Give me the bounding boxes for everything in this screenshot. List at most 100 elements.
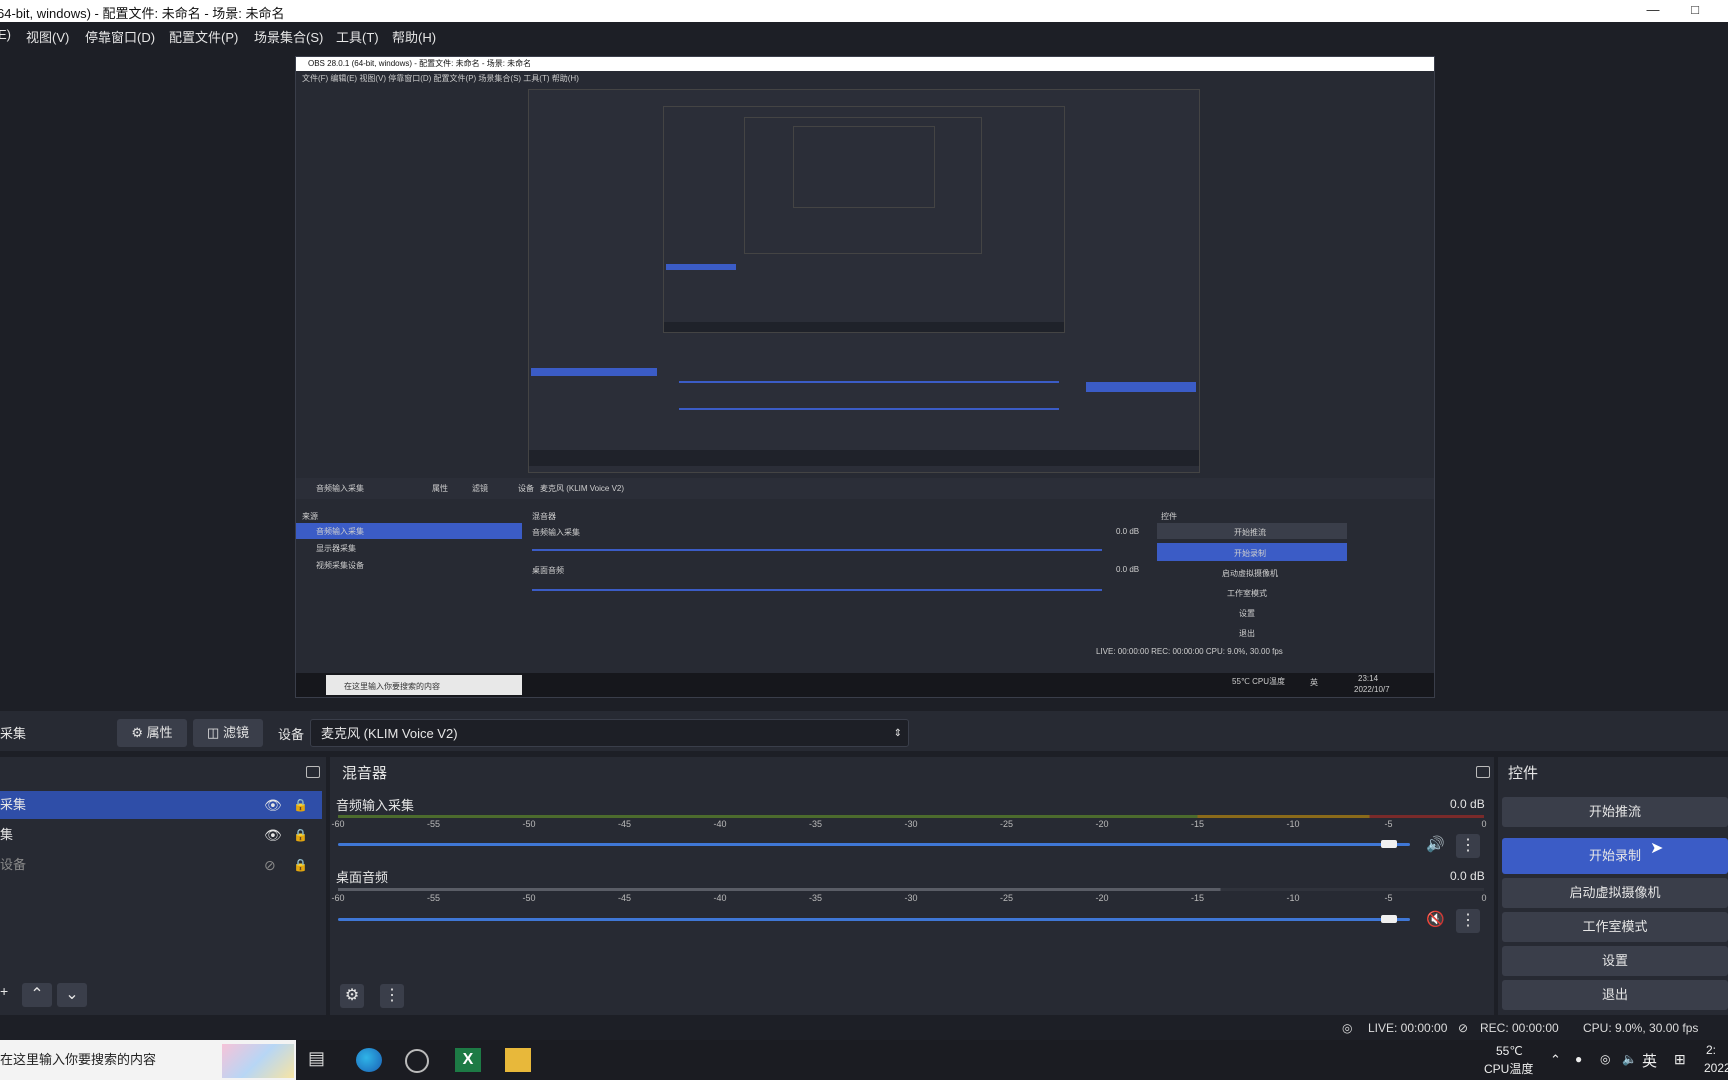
source-item-display[interactable]: 集 👁 🔒 [0, 821, 322, 849]
ime-grid-icon[interactable]: ⊞ [1674, 1051, 1686, 1068]
meter-tick-label: -55 [426, 893, 441, 903]
menu-view[interactable]: 视图(V) [26, 27, 69, 46]
nested-preview-3 [744, 117, 982, 254]
mouse-cursor-icon: ➤ [1650, 840, 1664, 857]
advanced-audio-gear-icon[interactable]: ⚙ [340, 984, 364, 1008]
move-down-button[interactable]: ⌄ [57, 983, 87, 1007]
volume-slider-handle[interactable] [1380, 915, 1397, 923]
preview-ime: 英 [1310, 678, 1318, 687]
minimize-icon[interactable]: — [1640, 0, 1666, 22]
lock-icon[interactable]: 🔒 [293, 851, 308, 879]
mixer-menu-button[interactable]: ⋮ [380, 984, 404, 1008]
preview-control-2: 开始录制 [1234, 549, 1266, 558]
edge-icon[interactable] [356, 1048, 382, 1072]
settings-button[interactable]: 设置 [1502, 946, 1728, 976]
filters-button[interactable]: ◫ 滤镜 [193, 719, 263, 747]
eye-hidden-icon[interactable]: ⊘ [264, 851, 276, 879]
lock-icon[interactable]: 🔒 [293, 791, 308, 819]
mixer-title: 混音器 [342, 765, 388, 782]
level-meter [338, 815, 1484, 818]
rec-timer: REC: 00:00:00 [1480, 1021, 1559, 1035]
preview-control-5: 设置 [1239, 609, 1255, 618]
channel-name: 桌面音频 [336, 870, 389, 885]
channel-db: 0.0 dB [1450, 869, 1485, 883]
preview-captured-screen: OBS 28.0.1 (64-bit, windows) - 配置文件: 未命名… [295, 56, 1435, 698]
preview-date: 2022/10/7 [1354, 685, 1390, 694]
maximize-icon[interactable]: □ [1682, 0, 1708, 22]
preview-db-1: 0.0 dB [1116, 527, 1140, 536]
menu-tools[interactable]: 工具(T) [336, 27, 379, 46]
eye-icon[interactable]: 👁 [264, 791, 282, 819]
source-item-video-device[interactable]: 设备 ⊘ 🔒 [0, 851, 322, 879]
add-source-icon[interactable]: + [0, 983, 8, 999]
mixer-header: 混音器 [330, 757, 1494, 791]
meter-tick-label: -55 [426, 819, 441, 829]
tray-chevron-up-icon[interactable]: ⌃ [1550, 1052, 1561, 1068]
preview-db-2: 0.0 dB [1116, 565, 1140, 574]
taskbar-search-box[interactable]: 在这里输入你要搜索的内容 [0, 1040, 296, 1080]
source-item-audio-input[interactable]: 采集 👁 🔒 [0, 791, 322, 819]
excel-icon[interactable]: X [455, 1048, 481, 1072]
menu-help[interactable]: 帮助(H) [392, 27, 436, 46]
start-recording-button[interactable]: 开始录制 [1502, 838, 1728, 874]
volume-slider[interactable] [338, 843, 1410, 846]
preview-mixer-title: 混音器 [532, 512, 556, 521]
nested-preview-2 [663, 106, 1065, 333]
temp-label: CPU温度 [1484, 1062, 1534, 1076]
device-select[interactable]: 麦克风 (KLIM Voice V2) ⇕ [310, 719, 909, 747]
meter-tick-label: -45 [617, 819, 632, 829]
obs-icon[interactable] [405, 1049, 429, 1073]
preview-sources-title: 来源 [302, 512, 318, 521]
menu-edit[interactable]: E) [0, 27, 11, 42]
undock-icon[interactable] [1476, 766, 1490, 778]
preview-control-6: 退出 [1239, 629, 1255, 638]
meter-tick-label: -25 [999, 893, 1014, 903]
start-virtual-camera-button[interactable]: 启动虚拟摄像机 [1502, 878, 1728, 908]
studio-mode-button[interactable]: 工作室模式 [1502, 912, 1728, 942]
tray-app-icon[interactable]: ● [1575, 1052, 1582, 1066]
clock-time[interactable]: 2: [1706, 1043, 1716, 1057]
menu-scene-collection[interactable]: 场景集合(S) [254, 27, 323, 46]
meter-ticks: -60 -55 -50 -45 -40 -35 -30 -25 -20 -15 -10 -5 0 [331, 819, 1486, 829]
preview-controls-title: 控件 [1161, 512, 1177, 521]
properties-button[interactable]: ⚙ 属性 [117, 719, 187, 747]
volume-slider[interactable] [338, 918, 1410, 921]
speaker-icon[interactable]: 🔊 [1426, 835, 1445, 853]
clock-date[interactable]: 2022 [1704, 1061, 1728, 1075]
preview-taskbar-search: 在这里输入你要搜索的内容 [344, 682, 440, 691]
filter-icon: ◫ [207, 725, 220, 740]
undock-icon[interactable] [306, 766, 320, 778]
move-up-button[interactable]: ⌃ [22, 983, 52, 1007]
meter-tick-label: -50 [522, 893, 536, 903]
meter-tick-label: -40 [713, 819, 727, 829]
file-explorer-icon[interactable] [505, 1048, 531, 1072]
meter-tick-label: -60 [331, 819, 345, 829]
meter-tick-label: -20 [1095, 819, 1109, 829]
search-highlight-image [222, 1044, 294, 1078]
preview-control-4: 工作室模式 [1227, 589, 1267, 598]
channel-menu-button[interactable]: ⋮ [1456, 834, 1480, 858]
start-streaming-button[interactable]: 开始推流 [1502, 797, 1728, 827]
meter-tick-label: -30 [904, 819, 918, 829]
mixer-dock: 混音器 [330, 757, 1494, 1015]
volume-icon[interactable]: 🔈 [1622, 1052, 1637, 1066]
volume-slider-handle[interactable] [1380, 840, 1397, 848]
live-timer: LIVE: 00:00:00 [1368, 1021, 1448, 1035]
preview-properties: 属性 [432, 484, 448, 493]
exit-button[interactable]: 退出 [1502, 980, 1728, 1010]
channel-menu-button[interactable]: ⋮ [1456, 909, 1480, 933]
wifi-icon[interactable]: ◎ [1600, 1052, 1610, 1066]
preview-time: 23:14 [1358, 674, 1379, 683]
meter-tick-label: -45 [617, 893, 632, 903]
menu-docks[interactable]: 停靠窗口(D) [85, 27, 155, 46]
task-view-icon[interactable]: ▤ [308, 1048, 334, 1072]
eye-icon[interactable]: 👁 [264, 821, 282, 849]
menu-profile[interactable]: 配置文件(P) [169, 27, 238, 46]
rec-status-icon: ⊘ [1458, 1021, 1469, 1035]
ime-indicator[interactable]: 英 [1642, 1050, 1657, 1071]
meter-tick-label: -30 [904, 893, 918, 903]
nested-preview-1 [528, 89, 1200, 473]
meter-tick-label: -5 [1384, 819, 1393, 829]
lock-icon[interactable]: 🔒 [293, 821, 308, 849]
speaker-muted-icon[interactable]: 🔇 [1426, 910, 1445, 928]
